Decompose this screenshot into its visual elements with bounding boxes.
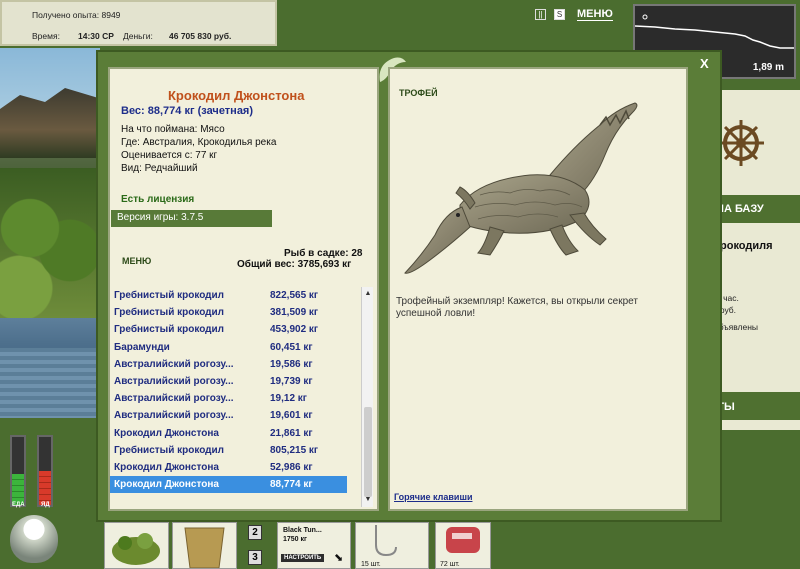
- resize-arrow-icon[interactable]: ⬊: [334, 551, 343, 564]
- list-item[interactable]: Гребнистый крокодил 453,902 кг: [110, 321, 347, 338]
- poison-label: ЯД: [41, 502, 50, 508]
- fish-weight: Вес: 88,774 кг (зачетная): [121, 105, 254, 117]
- trees-image: [0, 168, 100, 318]
- rod-item-name: Black Tun...: [283, 527, 322, 534]
- main-menu-button[interactable]: МЕНЮ: [577, 8, 613, 21]
- catch-list-scrollbar[interactable]: ▲ ▼: [361, 287, 373, 507]
- list-item-name: Крокодил Джонстона: [114, 462, 219, 473]
- hook-count: 15 шт.: [361, 561, 381, 568]
- depth-value: 1,89 m: [752, 62, 784, 73]
- rod-item-weight: 1750 кг: [283, 536, 307, 543]
- money-value: 46 705 830 руб.: [169, 31, 232, 41]
- list-item-weight: 60,451 кг: [270, 341, 313, 353]
- exp-label: Получено опыта: 8949: [32, 10, 121, 20]
- crocodile-image: [404, 102, 638, 274]
- list-item[interactable]: Австралийский рогозу... 19,601 кг: [110, 407, 347, 424]
- list-item[interactable]: Крокодил Джонстона 21,861 кг: [110, 425, 347, 442]
- time-value: 14:30 СР: [78, 31, 114, 41]
- list-item[interactable]: Крокодил Джонстона 88,774 кг: [110, 476, 347, 494]
- list-item-name: Австралийский рогозу...: [114, 410, 234, 422]
- fish-location: Где: Австралия, Крокодилья река: [121, 137, 277, 148]
- vegetables-basket-icon: [112, 533, 160, 565]
- slot-number-2[interactable]: 2: [248, 525, 262, 540]
- list-item-name: Барамунди: [114, 341, 170, 353]
- rod-slot[interactable]: Black Tun... 1750 кг НАСТРОИТЬ ⬊: [277, 522, 351, 569]
- list-item[interactable]: Гребнистый крокодил 381,509 кг: [110, 304, 347, 321]
- list-item[interactable]: Крокодил Джонстона 52,986 кг: [110, 459, 347, 476]
- bucket-icon: [184, 527, 225, 569]
- scroll-thumb[interactable]: [364, 407, 372, 497]
- list-item[interactable]: Гребнистый крокодил 805,215 кг: [110, 442, 347, 459]
- list-item[interactable]: Австралийский рогозу... 19,12 кг: [110, 390, 347, 407]
- fish-caught-on: На что поймана: Мясо: [121, 124, 225, 135]
- list-item-name: Австралийский рогозу...: [114, 393, 234, 405]
- poison-gauge-fill: [39, 471, 51, 505]
- close-icon[interactable]: X: [700, 56, 709, 71]
- game-scene: [0, 48, 100, 418]
- list-item-weight: 21,861 кг: [270, 427, 313, 439]
- money-label: Деньги:: [123, 31, 153, 41]
- list-item-weight: 19,12 кг: [270, 393, 307, 405]
- status-panel: Получено опыта: 8949 Время: 14:30 СР Ден…: [0, 0, 277, 46]
- poison-gauge: [37, 435, 53, 507]
- list-item-name: Австралийский рогозу...: [114, 358, 234, 370]
- list-item[interactable]: Австралийский рогозу... 19,739 кг: [110, 373, 347, 390]
- list-item-weight: 19,739 кг: [270, 376, 313, 387]
- list-item[interactable]: Барамунди 60,451 кг: [110, 339, 347, 356]
- total-weight: Общий вес: 3785,693 кг: [237, 259, 352, 270]
- scroll-up-icon[interactable]: ▲: [363, 289, 373, 299]
- list-item[interactable]: Гребнистый крокодил 822,565 кг: [110, 287, 347, 304]
- list-item-name: Гребнистый крокодил: [114, 307, 225, 319]
- list-item-weight: 453,902 кг: [270, 324, 319, 336]
- list-item-weight: 52,986 кг: [270, 462, 313, 473]
- food-label: ЕДА: [12, 502, 25, 508]
- list-item-weight: 805,215 кг: [270, 444, 319, 456]
- list-item-name: Гребнистый крокодил: [114, 444, 225, 456]
- water-image: [0, 348, 100, 418]
- hook-icon: [375, 525, 397, 557]
- bait-count: 72 шт.: [440, 561, 460, 568]
- dialog-menu-button[interactable]: МЕНЮ: [122, 256, 151, 266]
- slot-number-3[interactable]: 3: [248, 550, 262, 565]
- list-item[interactable]: Австралийский рогозу... 19,586 кг: [110, 356, 347, 373]
- fish-value: Оценивается с: 77 кг: [121, 150, 218, 161]
- list-item-name: Гребнистый крокодил: [114, 290, 225, 301]
- meat-bait-icon: [446, 527, 480, 553]
- basket-slot[interactable]: [104, 522, 169, 569]
- fish-kind: Вид: Редчайший: [121, 163, 198, 174]
- bucket-slot[interactable]: [172, 522, 237, 569]
- list-item-weight: 822,565 кг: [270, 290, 319, 301]
- list-item-name: Гребнистый крокодил: [114, 324, 225, 336]
- food-gauge-fill: [12, 474, 24, 505]
- list-item-name: Крокодил Джонстона: [114, 479, 219, 491]
- list-item-name: Крокодил Джонстона: [114, 427, 219, 439]
- scroll-down-icon[interactable]: ▼: [363, 495, 373, 505]
- food-gauge: [10, 435, 26, 507]
- list-item-weight: 381,509 кг: [270, 307, 319, 319]
- list-item-weight: 19,601 кг: [270, 410, 313, 422]
- hook-slot[interactable]: 15 шт.: [355, 522, 429, 569]
- list-item-name: Австралийский рогозу...: [114, 376, 234, 387]
- catch-list[interactable]: Гребнистый крокодил 822,565 кг Гребнистый …: [110, 287, 362, 507]
- version-bar: Версия игры: 3.7.5: [111, 210, 272, 227]
- pause-button[interactable]: ||: [535, 9, 546, 20]
- configure-button[interactable]: НАСТРОИТЬ: [281, 554, 325, 562]
- license-status: Есть лицензия: [121, 194, 195, 205]
- bait-pot-icon[interactable]: [10, 515, 58, 563]
- sound-button[interactable]: S: [554, 9, 565, 20]
- trophy-text: Трофейный экземпляр! Кажется, вы открыли…: [396, 296, 638, 319]
- ship-wheel-icon[interactable]: [716, 108, 766, 178]
- time-label: Время:: [32, 31, 60, 41]
- list-item-weight: 88,774 кг: [270, 479, 313, 491]
- hotkeys-link[interactable]: Горячие клавиши: [394, 492, 472, 502]
- bait-slot[interactable]: 72 шт.: [435, 522, 491, 569]
- fish-name: Крокодил Джонстона: [168, 88, 305, 103]
- list-item-weight: 19,586 кг: [270, 358, 313, 370]
- cliff-image: [0, 88, 100, 158]
